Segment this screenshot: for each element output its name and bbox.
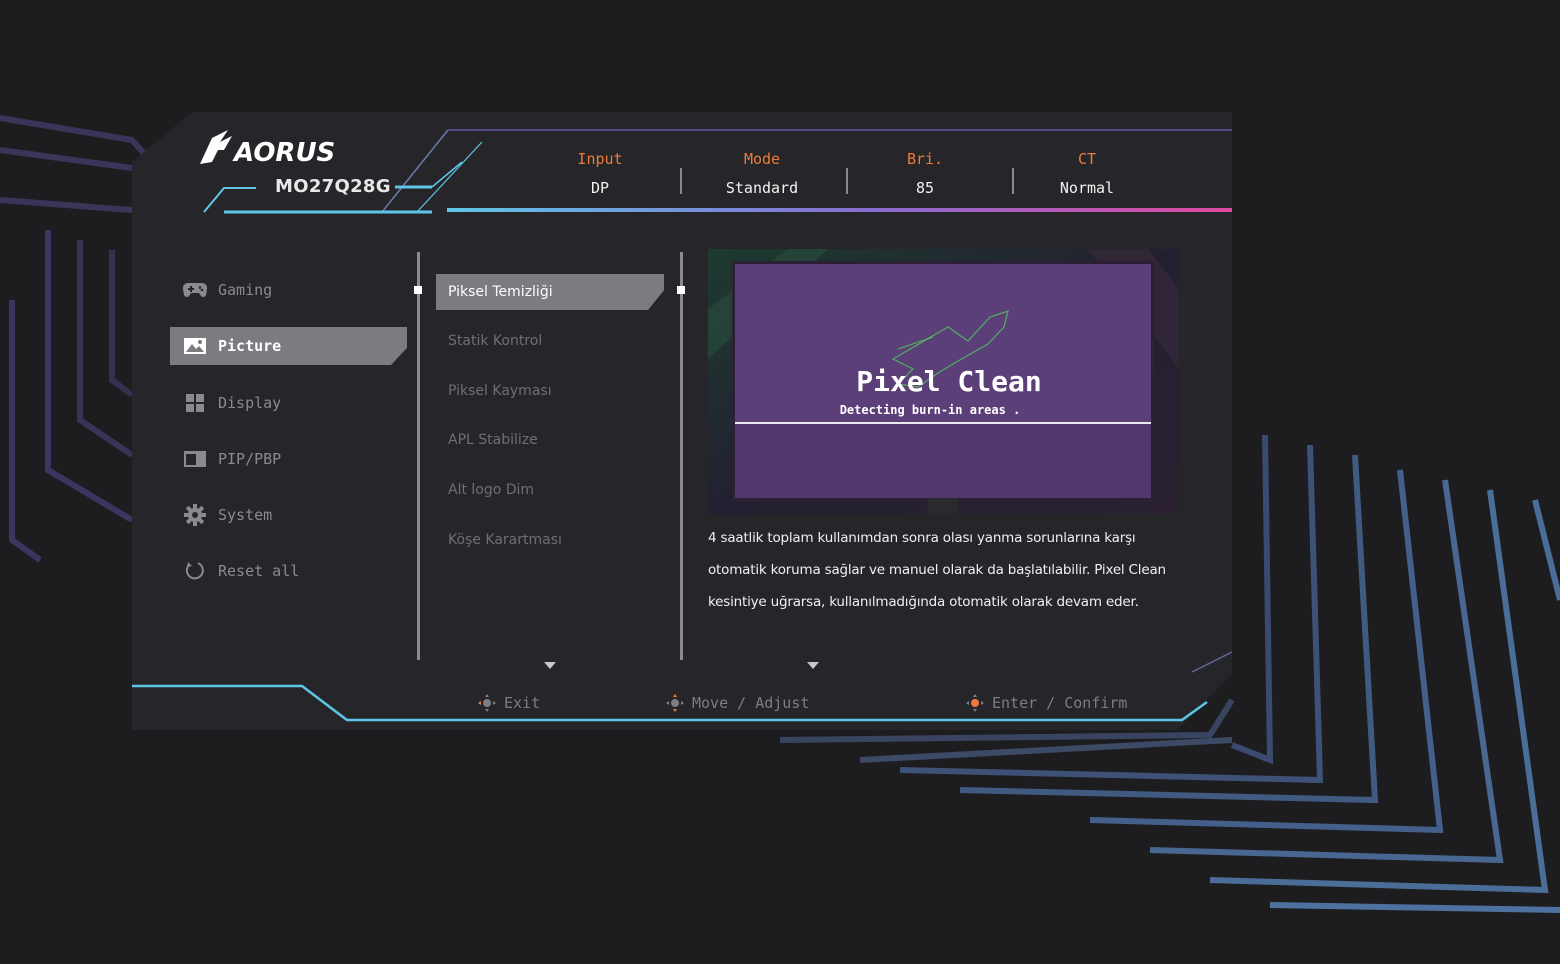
footer-exit[interactable]: Exit <box>476 692 540 714</box>
status-separator <box>1012 168 1014 194</box>
menu-item-label: Display <box>218 394 282 412</box>
picture-icon <box>182 335 208 357</box>
scroll-down-icon[interactable] <box>544 662 556 669</box>
status-mode-value: Standard <box>725 179 799 197</box>
menu-item-gaming[interactable]: Gaming <box>170 271 407 309</box>
preview-image: Pixel Clean Detecting burn-in areas . <box>708 249 1179 514</box>
joystick-left-icon <box>478 694 496 712</box>
submenu-item-apl-stabilize[interactable]: APL Stabilize <box>436 422 664 458</box>
status-brightness: Bri. 85 <box>855 150 995 197</box>
status-separator <box>846 168 848 194</box>
footer-enter-label: Enter / Confirm <box>992 694 1128 712</box>
submenu-item-label: Piksel Temizliği <box>448 284 553 300</box>
menu-item-picture[interactable]: Picture <box>170 327 407 365</box>
description-line: otomatik koruma sağlar ve manuel olarak … <box>708 562 1166 578</box>
status-ct-value: Normal <box>1059 179 1115 197</box>
status-ct-label: CT <box>1077 150 1097 168</box>
menu-divider-marker <box>414 286 422 294</box>
svg-text:AORUS: AORUS <box>232 138 335 168</box>
menu-item-label: Reset all <box>218 562 300 580</box>
model-name: MO27Q28G <box>275 176 391 197</box>
menu-item-reset-all[interactable]: Reset all <box>170 552 407 590</box>
footer-move-label: Move / Adjust <box>692 694 810 712</box>
joystick-press-icon <box>966 694 984 712</box>
submenu-item-pixel-shift[interactable]: Piksel Kayması <box>436 373 664 409</box>
aorus-logo: AORUS <box>200 130 335 168</box>
status-mode-label: Mode <box>743 150 781 168</box>
gear-icon <box>182 504 208 526</box>
joystick-updown-icon <box>666 694 684 712</box>
grid-icon <box>182 392 208 414</box>
footer-move[interactable]: Move / Adjust <box>664 692 809 714</box>
footer-exit-label: Exit <box>504 694 541 712</box>
menu-item-label: Gaming <box>218 281 273 299</box>
submenu-item-label: Alt logo Dim <box>448 482 535 498</box>
menu-divider <box>417 252 420 660</box>
submenu-item-bottom-logo-dim[interactable]: Alt logo Dim <box>436 472 664 508</box>
submenu-item-label: APL Stabilize <box>448 432 538 448</box>
menu-item-display[interactable]: Display <box>170 384 407 422</box>
status-ct: CT Normal <box>1017 150 1157 197</box>
status-input-label: Input <box>577 150 623 168</box>
status-separator <box>680 168 682 194</box>
status-mode: Mode Standard <box>692 150 832 197</box>
submenu-item-label: Köşe Karartması <box>448 532 562 548</box>
status-brightness-label: Bri. <box>906 150 944 168</box>
preview-subtitle: Detecting burn-in areas . <box>840 403 1021 417</box>
menu-item-system[interactable]: System <box>170 496 407 534</box>
menu-item-label: PIP/PBP <box>218 450 282 468</box>
status-brightness-value: 85 <box>915 179 935 197</box>
submenu-divider-marker <box>677 286 685 294</box>
description-scroll-down-icon[interactable] <box>807 662 819 669</box>
menu-item-pip-pbp[interactable]: PIP/PBP <box>170 440 407 478</box>
preview-title: Pixel Clean <box>856 365 1041 398</box>
footer-enter[interactable]: Enter / Confirm <box>964 692 1127 714</box>
menu-item-label: System <box>218 506 273 524</box>
menu-item-label: Picture <box>218 337 282 355</box>
submenu-item-corner-dimming[interactable]: Köşe Karartması <box>436 522 664 558</box>
submenu-item-pixel-clean[interactable]: Piksel Temizliği <box>436 274 664 310</box>
submenu-item-static-control[interactable]: Statik Kontrol <box>436 323 664 359</box>
status-input-value: DP <box>590 179 610 197</box>
description: 4 saatlik toplam kullanımdan sonra olası… <box>708 522 1188 618</box>
reset-icon <box>182 560 208 582</box>
submenu-item-label: Piksel Kayması <box>448 383 552 399</box>
submenu-item-label: Statik Kontrol <box>448 333 543 349</box>
submenu-divider <box>680 252 683 660</box>
status-input: Input DP <box>530 150 670 197</box>
description-line: 4 saatlik toplam kullanımdan sonra olası… <box>708 530 1136 546</box>
gamepad-icon <box>182 279 208 301</box>
pip-icon <box>182 448 208 470</box>
description-line: kesintiye uğrarsa, kullanılmadığında oto… <box>708 594 1139 610</box>
